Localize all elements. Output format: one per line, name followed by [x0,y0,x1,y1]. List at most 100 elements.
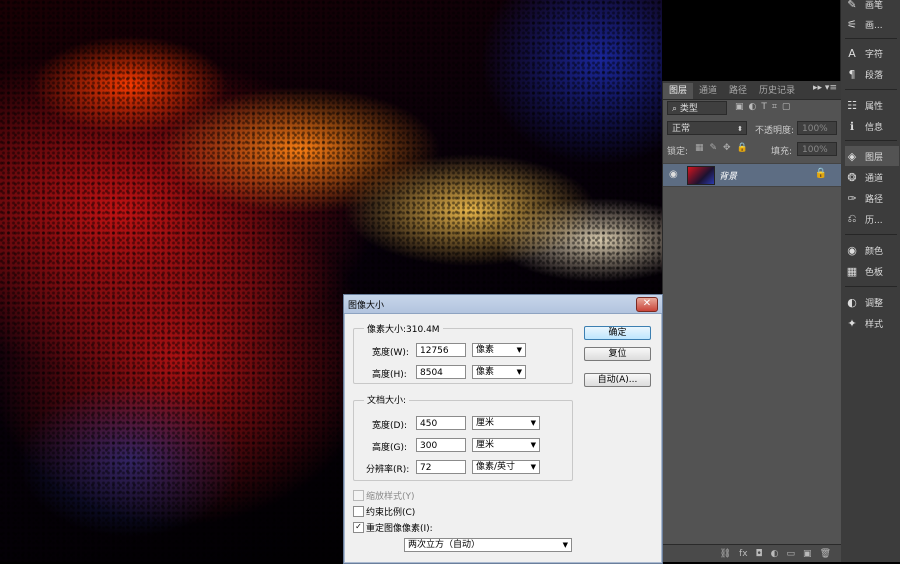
new-group-icon[interactable]: ▭ [787,549,796,559]
dock-properties[interactable]: ☷ 属性 [845,95,899,115]
dock-paths-label: 路径 [865,194,884,205]
fill-input[interactable]: 100% [797,142,837,156]
dock-swatches-label: 色板 [865,267,884,278]
ok-button[interactable]: 确定 [584,326,651,340]
lock-icons[interactable]: ▦✎✥🔒 [695,143,754,153]
dock-divider [845,38,897,39]
layers-icon: ◈ [847,149,857,163]
doc-height-unit-select[interactable]: 厘米 ▼ [472,438,540,452]
layer-filter-icons[interactable]: ▣◐T⌗▢ [735,102,795,112]
panel-dock: ✎ 画笔 ⚟ 画... A 字符 ¶ 段落 ☷ 属性 ℹ 信息 ◈ 图层 ❂ 通道 ✑ 路径 ⎌ 历… [840,0,900,562]
dock-info-label: 信息 [865,122,884,133]
color-icon: ◉ [847,243,857,257]
blend-mode-value: 正常 [672,124,691,134]
search-icon: ⌕ [672,104,680,114]
dock-paths[interactable]: ✑ 路径 [845,188,899,208]
doc-height-label: 高度(G): [372,443,408,453]
tab-paths[interactable]: 路径 [723,83,753,99]
dock-styles-label: 样式 [865,319,884,330]
doc-height-unit: 厘米 [476,440,495,450]
chevron-down-icon: ▼ [516,368,522,376]
resolution-unit: 像素/英寸 [476,462,516,472]
lock-label: 锁定: [667,147,689,157]
resample-method-value: 两次立方（自动） [408,540,481,550]
dock-brush-preset-label: 画... [865,20,883,31]
adjustments-icon: ◐ [847,295,857,309]
layer-filter-kind: 类型 [679,104,698,114]
chevron-down-icon: ▼ [562,541,568,549]
paragraph-icon: ¶ [848,67,856,81]
dock-info[interactable]: ℹ 信息 [845,116,899,136]
dock-divider [845,234,897,235]
dock-color[interactable]: ◉ 颜色 [845,240,899,260]
fx-icon[interactable]: fx [739,549,748,559]
paths-icon: ✑ [847,191,857,205]
resample-method-select[interactable]: 两次立方（自动） ▼ [404,538,572,552]
panel-menu-icon[interactable]: ▸▸ ▾≡ [813,83,837,93]
dock-brush[interactable]: ✎ 画笔 [845,0,899,14]
dock-history[interactable]: ⎌ 历... [845,209,899,229]
tab-history[interactable]: 历史记录 [753,83,801,99]
doc-height-input[interactable]: 300 [416,438,466,452]
dock-divider [845,89,897,90]
tab-layers[interactable]: 图层 [663,83,694,99]
dock-history-label: 历... [865,215,883,226]
resample-label: 重定图像像素(I): [366,524,433,534]
pixel-width-unit-select[interactable]: 像素 ▼ [472,343,526,357]
doc-width-label: 宽度(D): [372,421,407,431]
dock-layers[interactable]: ◈ 图层 [845,146,899,166]
scale-styles-checkbox[interactable] [353,490,364,501]
layer-filter-select[interactable]: ⌕ 类型 [667,101,727,115]
dialog-titlebar[interactable]: 图像大小 ✕ [344,295,662,314]
dialog-title: 图像大小 [348,301,385,311]
brush-preset-icon: ⚟ [847,17,857,31]
reset-button[interactable]: 复位 [584,347,651,361]
history-icon: ⎌ [847,212,857,225]
chevron-down-icon: ▼ [530,441,536,449]
pixel-height-input[interactable]: 8504 [416,365,466,379]
info-icon: ℹ [849,119,855,133]
delete-layer-icon[interactable]: 🗑 [820,549,831,559]
opacity-input[interactable]: 100% [797,121,837,135]
resample-checkbox[interactable]: ✓ [353,522,364,533]
image-size-dialog: 图像大小 ✕ 像素大小:310.4M 宽度(W): 12756 像素 ▼ 高度(H… [343,294,663,564]
pixel-width-input[interactable]: 12756 [416,343,466,357]
adjustment-layer-icon[interactable]: ◐ [771,549,779,559]
dock-paragraph[interactable]: ¶ 段落 [845,64,899,84]
constrain-proportions-checkbox[interactable] [353,506,364,517]
auto-button[interactable]: 自动(A)... [584,373,651,387]
tab-channels[interactable]: 通道 [693,83,723,99]
eye-icon[interactable]: ◉ [669,169,678,180]
dock-adjustments[interactable]: ◐ 调整 [845,292,899,312]
dock-brush-preset[interactable]: ⚟ 画... [845,14,899,34]
scale-styles-label: 缩放样式(Y) [366,492,415,502]
dock-character-label: 字符 [865,49,884,60]
mask-icon[interactable]: ◘ [756,549,763,559]
doc-width-input[interactable]: 450 [416,416,466,430]
dock-paragraph-label: 段落 [865,70,884,81]
dock-brush-label: 画笔 [865,0,884,11]
dock-adjustments-label: 调整 [865,298,884,309]
blend-mode-select[interactable]: 正常 ⬍ [667,121,747,135]
pixel-height-unit-select[interactable]: 像素 ▼ [472,365,526,379]
chevron-down-icon: ▼ [530,419,536,427]
pixel-dimensions-title: 像素大小:310.4M [364,322,443,335]
doc-width-unit-select[interactable]: 厘米 ▼ [472,416,540,430]
lock-icon: 🔒 [814,168,827,179]
resolution-input[interactable]: 72 [416,460,466,474]
resolution-unit-select[interactable]: 像素/英寸 ▼ [472,460,540,474]
dock-character[interactable]: A 字符 [845,43,899,63]
close-button[interactable]: ✕ [636,297,658,312]
resolution-label: 分辨率(R): [366,465,410,475]
dock-divider [845,140,897,141]
layer-row-background[interactable]: ◉ 背景 🔒 [663,163,841,187]
fill-label: 填充: [771,147,793,157]
chevron-down-icon: ⬍ [737,125,743,133]
dock-channels[interactable]: ❂ 通道 [845,167,899,187]
dock-styles[interactable]: ✦ 样式 [845,313,899,333]
link-layers-icon[interactable]: ⛓ [720,549,731,559]
new-layer-icon[interactable]: ▣ [803,549,812,559]
character-icon: A [848,46,856,60]
layer-name: 背景 [719,172,738,182]
dock-swatches[interactable]: ▦ 色板 [845,261,899,281]
